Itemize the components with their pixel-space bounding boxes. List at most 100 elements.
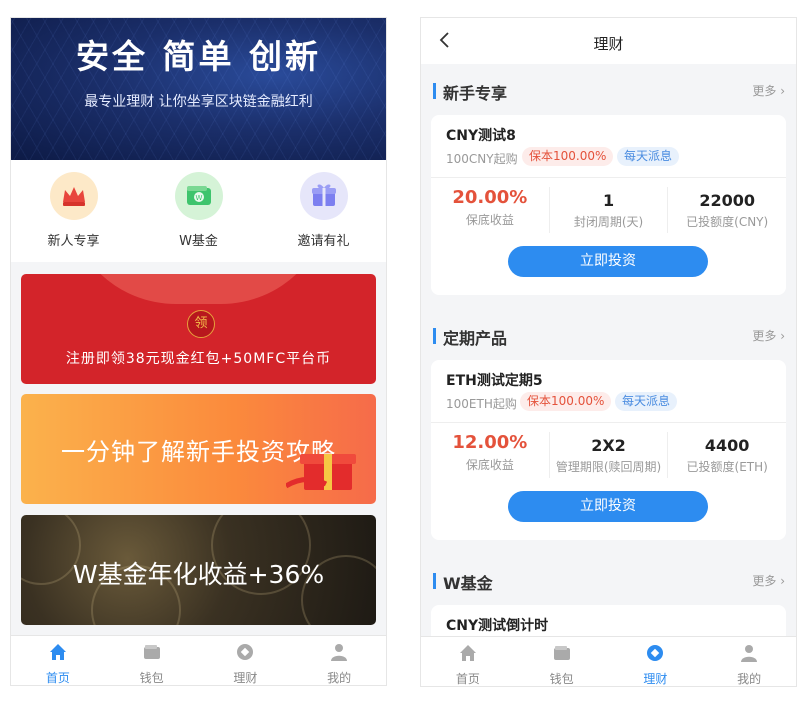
page-title: 理财 <box>593 35 624 53</box>
quick-entry-label: 邀请有礼 <box>297 234 350 249</box>
principal-tag: 保本100.00% <box>520 392 612 411</box>
stat-value: 22000 <box>699 191 756 210</box>
tab-home[interactable]: 首页 <box>421 637 515 686</box>
section-accent-bar <box>433 573 436 589</box>
home-screen: 安全 简单 创新 最专业理财 让你坐享区块链金融红利 新人专享 W W基金 邀请… <box>10 17 387 686</box>
more-link[interactable]: 更多 › <box>752 82 785 99</box>
tab-label: 首页 <box>45 671 70 685</box>
chevron-right-icon: › <box>780 84 785 98</box>
quick-entry-label: W基金 <box>179 234 218 249</box>
hero-banner[interactable]: 安全 简单 创新 最专业理财 让你坐享区块链金融红利 <box>11 18 386 160</box>
section-accent-bar <box>433 328 436 344</box>
user-icon <box>331 644 348 661</box>
stat-value: 20.00% <box>452 187 528 208</box>
chevron-right-icon: › <box>780 574 785 588</box>
chevron-right-icon: › <box>780 329 785 343</box>
tab-wallet[interactable]: 钱包 <box>515 637 609 686</box>
product-name: CNY测试倒计时 <box>446 618 549 634</box>
crown-icon <box>49 172 98 220</box>
tab-finance[interactable]: 理财 <box>609 637 703 686</box>
tab-label: 我的 <box>737 672 762 686</box>
red-envelope-badge: 领 <box>187 310 215 338</box>
svg-text:W: W <box>195 194 202 202</box>
stat-label: 封闭周期(天) <box>573 215 644 229</box>
more-link[interactable]: 更多 › <box>752 572 785 589</box>
quick-entry-invite[interactable]: 邀请有礼 <box>269 160 379 262</box>
stat-value: 12.00% <box>452 432 528 453</box>
tab-mine[interactable]: 我的 <box>702 637 796 686</box>
hero-subtitle: 最专业理财 让你坐享区块链金融红利 <box>84 94 313 110</box>
section-title: W基金 <box>443 574 493 593</box>
more-label: 更多 <box>752 84 777 98</box>
section-title: 定期产品 <box>443 329 508 348</box>
stat-value: 2X2 <box>591 436 626 455</box>
quick-entry-label: 新人专享 <box>47 234 100 249</box>
stat-period: 1 封闭周期(天) <box>548 187 668 233</box>
register-bonus-banner[interactable]: 领 注册即领38元现金红包+50MFC平台币 <box>21 274 376 384</box>
invest-now-button[interactable]: 立即投资 <box>508 491 708 522</box>
product-stats: 12.00% 保底收益 2X2 管理期限(赎回周期) 4400 已投额度(ETH… <box>431 432 786 478</box>
product-card[interactable]: CNY测试8 100CNY起购 保本100.00% 每天派息 20.00% 保底… <box>431 115 786 295</box>
stat-value: 4400 <box>704 436 750 455</box>
product-stats: 20.00% 保底收益 1 封闭周期(天) 22000 已投额度(CNY) <box>431 187 786 233</box>
product-name: ETH测试定期5 <box>446 373 543 389</box>
tab-label: 理财 <box>233 671 258 685</box>
stat-invested: 22000 已投额度(CNY) <box>667 187 786 233</box>
product-card[interactable]: ETH测试定期5 100ETH起购 保本100.00% 每天派息 12.00% … <box>431 360 786 540</box>
tab-home[interactable]: 首页 <box>11 636 105 685</box>
section-accent-bar <box>433 83 436 99</box>
wallet-icon <box>553 646 570 660</box>
stat-label: 已投额度(ETH) <box>686 460 768 474</box>
more-link[interactable]: 更多 › <box>752 327 785 344</box>
gift-icon <box>299 172 348 220</box>
quick-entry-bar: 新人专享 W W基金 邀请有礼 <box>11 160 386 262</box>
stat-label: 已投额度(CNY) <box>686 215 769 229</box>
wallet-w-icon: W <box>174 172 223 220</box>
divider <box>431 177 786 178</box>
home-icon <box>49 644 66 660</box>
tab-finance[interactable]: 理财 <box>199 636 293 685</box>
daily-interest-tag: 每天派息 <box>617 147 680 166</box>
tab-label: 钱包 <box>139 671 164 685</box>
section-title: 新手专享 <box>443 84 508 103</box>
wallet-icon <box>143 645 160 659</box>
user-icon <box>741 645 758 662</box>
tab-label: 钱包 <box>549 672 574 686</box>
stat-period: 2X2 管理期限(赎回周期) <box>548 432 668 478</box>
more-label: 更多 <box>752 574 777 588</box>
min-purchase: 100ETH起购 <box>446 397 517 411</box>
invest-now-button[interactable]: 立即投资 <box>508 246 708 277</box>
tab-label: 我的 <box>327 671 352 685</box>
beginner-guide-banner[interactable]: 一分钟了解新手投资攻略 <box>21 394 376 504</box>
tab-label: 理财 <box>643 672 668 686</box>
banner-text: W基金年化收益+36% <box>72 560 325 589</box>
hero-title: 安全 简单 创新 <box>76 37 321 76</box>
product-name: CNY测试8 <box>446 128 516 144</box>
bottom-tab-bar: 首页 钱包 理财 我的 <box>11 635 386 685</box>
stat-label: 保底收益 <box>465 213 514 227</box>
stat-value: 1 <box>602 191 615 210</box>
nav-bar: 理财 <box>421 18 796 64</box>
tab-wallet[interactable]: 钱包 <box>105 636 199 685</box>
banner-arc-decoration <box>66 274 331 304</box>
quick-entry-wfund[interactable]: W W基金 <box>144 160 254 262</box>
wfund-yield-banner[interactable]: W基金年化收益+36% <box>21 515 376 625</box>
stat-rate: 12.00% 保底收益 <box>431 432 549 478</box>
finance-icon <box>647 645 664 661</box>
bottom-tab-bar: 首页 钱包 理财 我的 <box>421 636 796 686</box>
finance-screen: 理财 新手专享 更多 › CNY测试8 100CNY起购 保本100.00% 每… <box>420 17 797 687</box>
stat-label: 保底收益 <box>465 458 514 472</box>
section-header-fixed: 定期产品 更多 › <box>433 324 785 348</box>
tab-mine[interactable]: 我的 <box>292 636 386 685</box>
more-label: 更多 <box>752 329 777 343</box>
divider <box>431 422 786 423</box>
stat-invested: 4400 已投额度(ETH) <box>667 432 786 478</box>
section-header-newbie: 新手专享 更多 › <box>433 79 785 103</box>
tab-label: 首页 <box>455 672 480 686</box>
home-icon <box>459 645 476 661</box>
stat-label: 管理期限(赎回周期) <box>555 460 662 474</box>
finance-icon <box>237 644 254 660</box>
quick-entry-newbie[interactable]: 新人专享 <box>19 160 129 262</box>
min-purchase: 100CNY起购 <box>446 152 518 166</box>
daily-interest-tag: 每天派息 <box>615 392 678 411</box>
